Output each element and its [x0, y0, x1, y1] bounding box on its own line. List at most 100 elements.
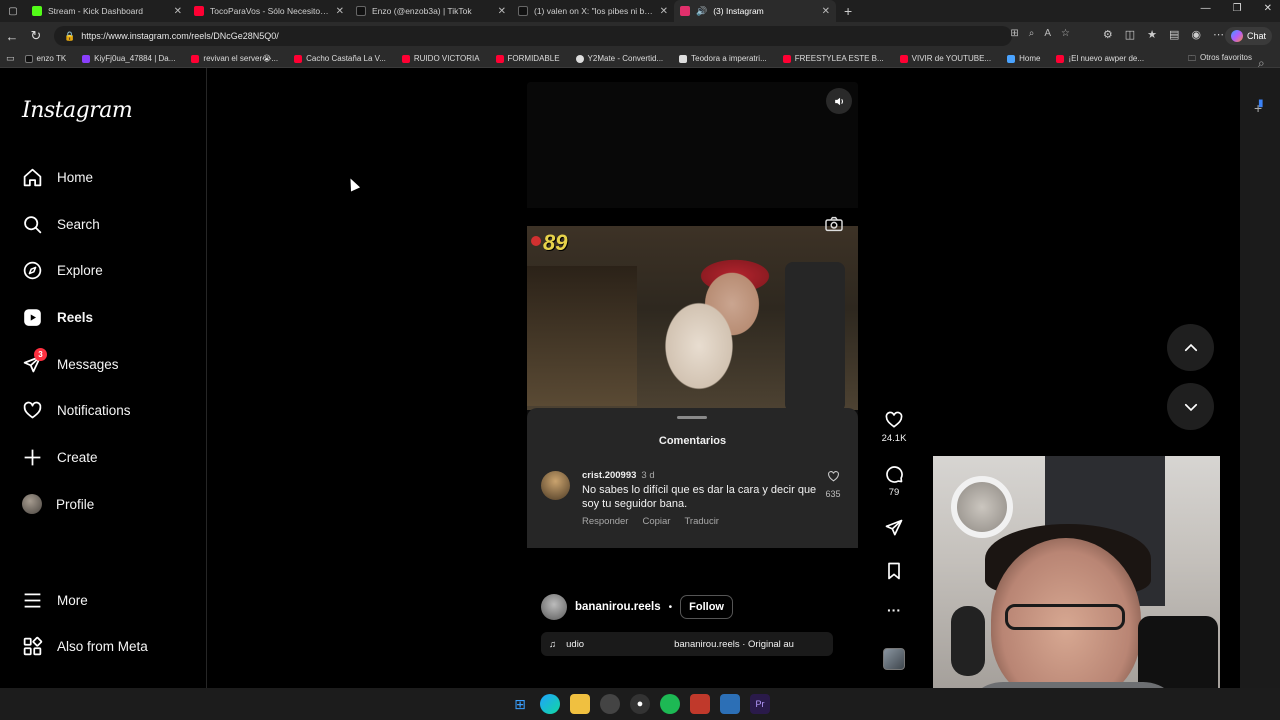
profile-icon[interactable]: ◉ [1191, 28, 1201, 41]
bookmark[interactable]: revivan el server😭... [185, 54, 284, 63]
close-icon[interactable]: ✕ [660, 6, 668, 17]
close-icon[interactable]: ✕ [498, 6, 506, 17]
nav-more[interactable]: More [22, 587, 88, 613]
read-aloud-icon[interactable]: A [1044, 28, 1051, 39]
windows-taskbar: ⊞ ● Pr [0, 688, 1280, 720]
nav-notifications[interactable]: Notifications [22, 397, 131, 423]
like-action[interactable]: 24.1K [880, 410, 908, 444]
tab-tiktok[interactable]: Enzo (@enzob3a) | TikTok ✕ [350, 0, 512, 22]
zoom-icon[interactable]: ⌕ [1029, 28, 1035, 39]
close-icon[interactable]: ✕ [336, 6, 344, 17]
share-action[interactable] [880, 518, 908, 541]
url-field[interactable]: 🔒 https://www.instagram.com/reels/DNcGe2… [54, 26, 1012, 46]
search-icon[interactable]: ⌕ [1258, 56, 1265, 71]
refresh-icon[interactable]: ↻ [24, 28, 48, 44]
tab-instagram[interactable]: 🔊 (3) Instagram ✕ [674, 0, 836, 22]
bookmark[interactable]: VIVIR de YOUTUBE... [894, 54, 997, 63]
bookmark[interactable]: ¡El nuevo awper de... [1050, 54, 1150, 63]
audio-prefix: udio [566, 638, 585, 650]
app-available-icon[interactable]: ⊞ [1010, 28, 1018, 39]
favorite-star-icon[interactable]: ☆ [1061, 28, 1070, 39]
instagram-logo[interactable]: Instagram [22, 98, 133, 123]
extensions-icon[interactable]: ⚙ [1103, 28, 1113, 41]
close-window-icon[interactable]: ✕ [1264, 3, 1272, 14]
back-icon[interactable]: ← [0, 29, 24, 44]
minimize-icon[interactable]: — [1201, 3, 1211, 14]
reel-top-area [527, 82, 858, 210]
calendar-app-icon[interactable] [690, 694, 710, 714]
other-favorites[interactable]: 🗀 Otros favoritos [1188, 53, 1252, 67]
separator-dot: • [668, 601, 673, 613]
comment-like[interactable]: 635 [824, 470, 842, 499]
toolbar-icons: ⚙ ◫ ★ ▤ ◉ ⋯ [1103, 28, 1224, 41]
comments-title: Comentarios [658, 435, 727, 447]
nav-home[interactable]: Home [22, 164, 93, 190]
bookmark[interactable]: Teodora a imperatri... [673, 54, 773, 63]
comment-username[interactable]: crist.200993 [582, 470, 636, 481]
tab-x[interactable]: (1) valen on X: "los pibes ni bien ✕ [512, 0, 674, 22]
nav-explore[interactable]: Explore [22, 257, 103, 283]
tiktok-icon [24, 54, 33, 63]
copilot-chat-button[interactable]: Chat [1224, 27, 1272, 45]
bookmark[interactable]: RUIDO VICTORIA [396, 54, 486, 63]
speaker-icon[interactable]: 🔊 [696, 6, 707, 17]
windows-start-icon[interactable]: ⊞ [510, 694, 530, 714]
comment-action[interactable]: 79 [880, 464, 908, 498]
collections-icon[interactable]: ▤ [1169, 28, 1179, 41]
reel-player[interactable]: 89 Comentarios crist.200993 3 d No sabes … [527, 82, 858, 672]
author-name[interactable]: bananirou.reels [575, 601, 661, 613]
save-action[interactable] [880, 561, 908, 584]
tab-title: TocoParaVos - Sólo Necesito (Vid [210, 6, 330, 16]
chrome-icon[interactable] [600, 694, 620, 714]
tab-actions-icon[interactable]: ▢ [0, 6, 26, 17]
more-menu-icon[interactable]: ⋯ [1213, 28, 1224, 41]
home-icon [1007, 54, 1016, 63]
commenter-avatar[interactable] [541, 471, 570, 500]
more-options-icon[interactable]: ··· [880, 602, 908, 618]
copy-link[interactable]: Copiar [642, 516, 670, 527]
premiere-pro-icon[interactable]: Pr [750, 694, 770, 714]
bookmark[interactable]: FORMIDABLE [490, 54, 566, 63]
new-tab-icon[interactable]: + [836, 3, 860, 19]
add-icon[interactable]: + [1254, 100, 1262, 116]
drag-handle[interactable] [677, 416, 707, 419]
audio-thumbnail[interactable] [880, 648, 908, 670]
bookmark[interactable]: enzo TK [19, 54, 73, 63]
previous-reel-button[interactable] [1167, 324, 1214, 371]
nav-search[interactable]: Search [22, 211, 100, 237]
camera-icon[interactable] [824, 216, 844, 232]
tab-kick[interactable]: Stream - Kick Dashboard ✕ [26, 0, 188, 22]
bookmark[interactable]: Cacho Castaña La V... [288, 54, 392, 63]
obs-icon[interactable]: ● [630, 694, 650, 714]
bookmark[interactable]: FREESTYLEA ESTE B... [777, 54, 890, 63]
tab-youtube[interactable]: TocoParaVos - Sólo Necesito (Vid ✕ [188, 0, 350, 22]
bookmarks-menu-icon[interactable]: ▭ [6, 53, 15, 64]
audio-bar[interactable]: ♫ udio bananirou.reels · Original au [541, 632, 833, 656]
next-reel-button[interactable] [1167, 383, 1214, 430]
like-count: 24.1K [881, 433, 907, 444]
favorites-icon[interactable]: ★ [1147, 28, 1157, 41]
bookmark[interactable]: Y2Mate - Convertid... [570, 54, 670, 63]
translate-link[interactable]: Traducir [684, 516, 719, 527]
maximize-icon[interactable]: ❐ [1233, 3, 1242, 14]
follow-button[interactable]: Follow [680, 595, 733, 619]
audio-cover-image [883, 648, 905, 670]
video-editor-icon[interactable] [720, 694, 740, 714]
close-icon[interactable]: ✕ [822, 6, 830, 17]
bookmark[interactable]: Home [1001, 54, 1046, 63]
nav-reels[interactable]: Reels [22, 304, 93, 330]
bookmark[interactable]: KiyFj0ua_47884 | Da... [76, 54, 181, 63]
nav-profile[interactable]: Profile [22, 491, 94, 517]
spotify-icon[interactable] [660, 694, 680, 714]
edge-icon[interactable] [540, 694, 560, 714]
nav-messages[interactable]: 3 Messages [22, 348, 119, 377]
nav-create[interactable]: Create [22, 444, 98, 470]
sound-toggle-button[interactable] [826, 88, 852, 114]
nav-label: Search [57, 216, 100, 232]
file-explorer-icon[interactable] [570, 694, 590, 714]
reply-link[interactable]: Responder [582, 516, 628, 527]
nav-also-from-meta[interactable]: Also from Meta [22, 633, 148, 659]
split-screen-icon[interactable]: ◫ [1125, 28, 1135, 41]
author-avatar[interactable] [541, 594, 567, 620]
close-icon[interactable]: ✕ [174, 6, 182, 17]
